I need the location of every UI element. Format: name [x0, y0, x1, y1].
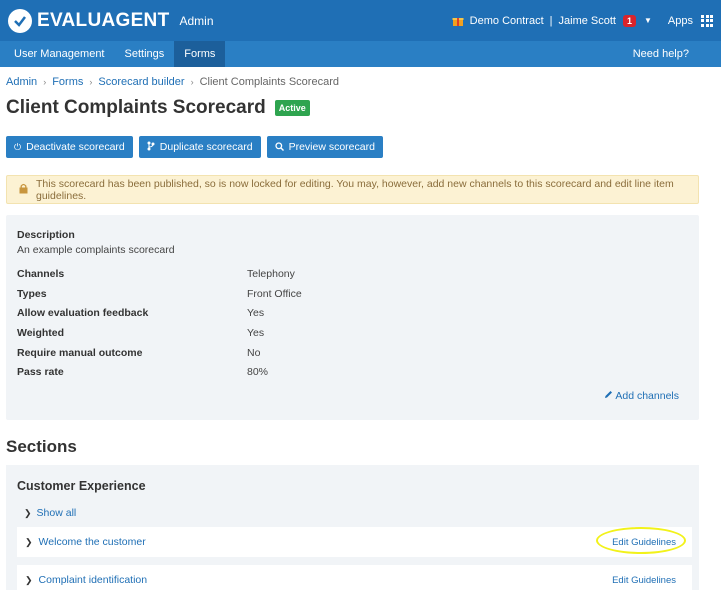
search-icon	[274, 141, 284, 153]
detail-value: Front Office	[247, 288, 302, 300]
deactivate-label: Deactivate scorecard	[26, 141, 125, 153]
logo[interactable]: EVALUAGENT	[8, 8, 170, 33]
sections-heading: Sections	[6, 437, 77, 456]
detail-key: Allow evaluation feedback	[17, 307, 149, 319]
edit-guidelines-label: Edit Guidelines	[612, 574, 676, 586]
section-title: Customer Experience	[17, 479, 146, 493]
nav-bar: User Management Settings Forms Need help…	[0, 41, 721, 67]
chevron-right-icon: ›	[89, 77, 93, 87]
chevron-right-icon: ›	[190, 77, 194, 87]
breadcrumb-current: Client Complaints Scorecard	[199, 76, 339, 88]
show-all-link[interactable]: ❯ Show all	[24, 507, 76, 519]
gift-icon	[452, 15, 464, 27]
detail-value: Telephony	[247, 268, 295, 280]
contract-link[interactable]: Demo Contract	[470, 15, 544, 27]
detail-value: 80%	[247, 366, 269, 378]
line-item-label[interactable]: Complaint identification	[39, 574, 148, 586]
branch-icon	[147, 141, 155, 153]
chevron-right-icon: ❯	[25, 536, 33, 547]
apps-link[interactable]: Apps	[668, 15, 693, 27]
detail-row: Weighted Yes	[17, 327, 264, 339]
logo-check-icon	[8, 8, 32, 33]
chevron-down-icon[interactable]: ▼	[644, 16, 652, 25]
scorecard-details: Description An example complaints scorec…	[6, 215, 699, 420]
edit-guidelines-link[interactable]: Edit Guidelines	[612, 575, 676, 586]
top-bar: EVALUAGENT Admin Demo Contract | Jaime S…	[0, 0, 721, 41]
detail-row: Channels Telephony	[17, 268, 295, 280]
detail-key: Require manual outcome	[17, 347, 143, 359]
nav-user-management[interactable]: User Management	[0, 41, 115, 67]
page-title: Client Complaints Scorecard	[6, 97, 266, 118]
locked-alert: This scorecard has been published, so is…	[6, 175, 699, 204]
detail-key: Pass rate	[17, 366, 64, 378]
need-help-link[interactable]: Need help?	[623, 41, 721, 67]
add-channels-link[interactable]: Add channels	[604, 390, 679, 402]
chevron-right-icon: ›	[43, 77, 47, 87]
detail-value: Yes	[247, 327, 265, 339]
description-value: An example complaints scorecard	[17, 244, 175, 256]
detail-key: Types	[17, 288, 47, 300]
duplicate-label: Duplicate scorecard	[159, 141, 253, 153]
preview-scorecard-button[interactable]: Preview scorecard	[266, 136, 383, 158]
chevron-right-icon: ❯	[25, 574, 33, 585]
nav-forms[interactable]: Forms	[174, 41, 226, 67]
section-card: Customer Experience ❯ Show all ❯ Welcome …	[6, 465, 699, 590]
alert-text: This scorecard has been published, so is…	[36, 177, 674, 202]
power-icon: ⏻	[14, 141, 22, 152]
lock-icon	[19, 183, 28, 197]
deactivate-scorecard-button[interactable]: ⏻ Deactivate scorecard	[6, 136, 133, 158]
add-channels-label: Add channels	[615, 390, 679, 402]
apps-grid-icon[interactable]	[701, 14, 713, 27]
detail-key: Weighted	[17, 327, 65, 339]
detail-key: Channels	[17, 268, 65, 280]
chevron-right-icon: ❯	[24, 508, 32, 518]
nav-settings[interactable]: Settings	[115, 41, 175, 67]
logo-text: EVALUAGENT	[37, 9, 170, 31]
detail-value: Yes	[247, 307, 265, 319]
duplicate-scorecard-button[interactable]: Duplicate scorecard	[138, 136, 261, 158]
pencil-icon	[604, 390, 615, 402]
detail-value: No	[247, 347, 261, 359]
breadcrumb-scorecard-builder[interactable]: Scorecard builder	[98, 76, 184, 88]
detail-row: Allow evaluation feedback Yes	[17, 307, 264, 319]
line-item[interactable]: ❯ Complaint identification Edit Guidelin…	[17, 565, 692, 590]
preview-label: Preview scorecard	[288, 141, 375, 153]
status-badge: Active	[274, 100, 310, 116]
admin-label: Admin	[179, 13, 214, 28]
user-name[interactable]: Jaime Scott	[559, 15, 616, 27]
line-item[interactable]: ❯ Welcome the customer Edit Guidelines	[17, 526, 692, 557]
detail-row: Pass rate 80%	[17, 366, 268, 378]
description-label: Description	[17, 229, 75, 241]
edit-guidelines-link[interactable]: Edit Guidelines	[596, 526, 687, 554]
breadcrumb-forms[interactable]: Forms	[52, 76, 83, 88]
show-all-label: Show all	[36, 507, 77, 519]
header-separator: |	[549, 14, 553, 27]
line-item-label[interactable]: Welcome the customer	[39, 536, 146, 548]
breadcrumb: Admin › Forms › Scorecard builder › Clie…	[6, 76, 339, 88]
detail-row: Types Front Office	[17, 288, 302, 300]
detail-row: Require manual outcome No	[17, 347, 260, 359]
breadcrumb-admin[interactable]: Admin	[6, 76, 37, 88]
notification-badge[interactable]: 1	[622, 14, 636, 27]
highlight-circle	[596, 526, 687, 554]
